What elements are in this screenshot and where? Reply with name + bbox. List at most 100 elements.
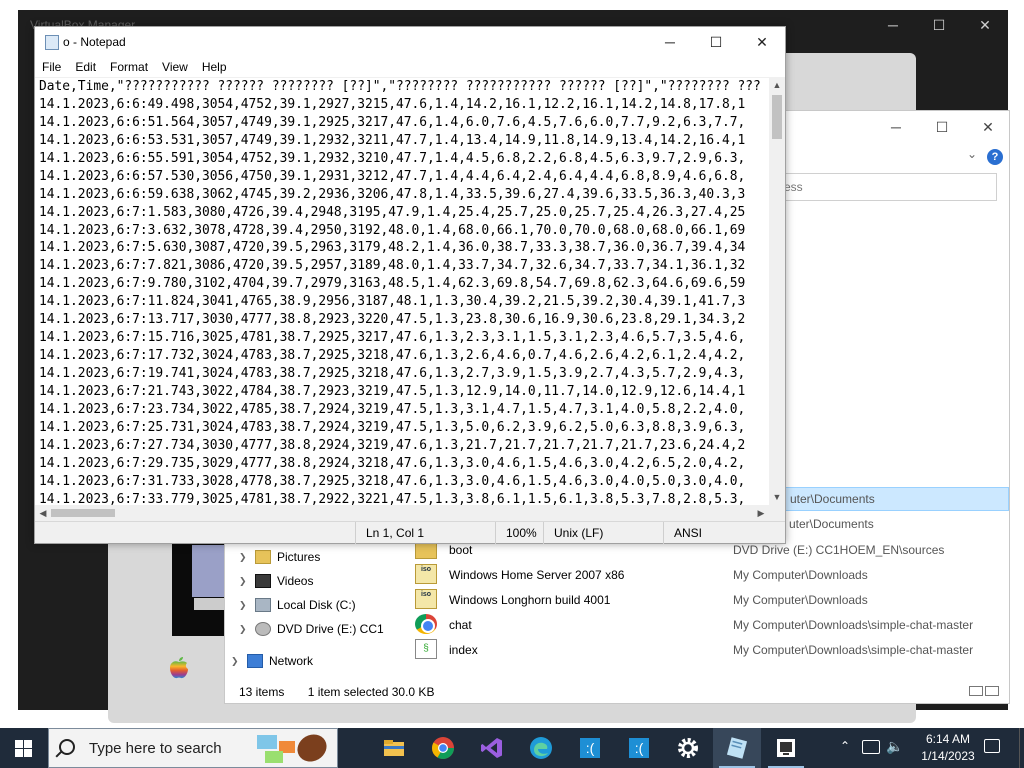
- clock-date: 1/14/2023: [921, 749, 975, 763]
- text-line[interactable]: 14.1.2023,6:7:19.741,3024,4783,38.7,2925…: [35, 365, 771, 383]
- notepad-title: o - Notepad: [63, 35, 126, 49]
- notepad-taskbar-icon[interactable]: [713, 728, 761, 768]
- text-line[interactable]: 14.1.2023,6:7:27.734,3030,4777,38.8,2924…: [35, 437, 771, 455]
- menu-view[interactable]: View: [155, 57, 195, 77]
- scroll-up-arrow-icon[interactable]: ▲: [769, 77, 785, 93]
- text-line[interactable]: 14.1.2023,6:7:21.743,3022,4784,38.7,2923…: [35, 383, 771, 401]
- large-icons-view-icon[interactable]: [985, 686, 999, 696]
- horizontal-scroll-thumb[interactable]: [51, 509, 115, 517]
- text-line[interactable]: 14.1.2023,6:7:13.717,3030,4777,38.8,2923…: [35, 311, 771, 329]
- sad-face-app-2-taskbar-icon[interactable]: :(: [615, 728, 663, 768]
- nav-item-network[interactable]: ❯ Network: [231, 651, 313, 671]
- file-row-whs2007[interactable]: iso Windows Home Server 2007 x86 My Comp…: [415, 562, 1005, 587]
- script-file-icon: §: [415, 639, 437, 659]
- settings-taskbar-icon[interactable]: [664, 728, 712, 768]
- text-line[interactable]: 14.1.2023,6:7:33.779,3025,4781,38.7,2922…: [35, 491, 771, 505]
- file-explorer-taskbar-icon[interactable]: [370, 728, 418, 768]
- volume-tray-icon[interactable]: 🔈: [886, 738, 903, 755]
- text-line[interactable]: 14.1.2023,6:7:1.583,3080,4726,39.4,2948,…: [35, 204, 771, 222]
- horizontal-scrollbar[interactable]: ◀ ▶: [35, 505, 769, 521]
- explorer-maximize-button[interactable]: ☐: [919, 111, 965, 143]
- expand-arrow-icon[interactable]: ❯: [239, 552, 253, 563]
- chrome-taskbar-icon[interactable]: [419, 728, 467, 768]
- text-line[interactable]: 14.1.2023,6:6:59.638,3062,4745,39.2,2936…: [35, 186, 771, 204]
- text-line[interactable]: 14.1.2023,6:7:15.716,3025,4781,38.7,2925…: [35, 329, 771, 347]
- expand-arrow-icon[interactable]: ❯: [239, 576, 253, 587]
- taskbar: Type here to search :( :( ⌃ 🔈 6:14 AM 1/…: [0, 728, 1024, 768]
- text-line[interactable]: 14.1.2023,6:6:49.498,3054,4752,39.1,2927…: [35, 96, 771, 114]
- show-desktop-button[interactable]: [1019, 728, 1024, 768]
- vm-minimize-button[interactable]: ─: [870, 10, 916, 40]
- nav-item-local-disk[interactable]: ❯ Local Disk (C:): [239, 595, 356, 615]
- menu-format[interactable]: Format: [103, 57, 155, 77]
- vm-close-button[interactable]: ✕: [962, 10, 1008, 40]
- nav-item-pictures[interactable]: ❯ Pictures: [239, 547, 320, 567]
- text-line[interactable]: 14.1.2023,6:6:51.564,3057,4749,39.1,2925…: [35, 114, 771, 132]
- text-line[interactable]: 14.1.2023,6:7:25.731,3024,4783,38.7,2924…: [35, 419, 771, 437]
- file-location: DVD Drive (E:) CC1HOEM_EN\sources: [733, 543, 945, 557]
- selected-file-row[interactable]: uter\Documents: [785, 487, 1009, 511]
- explorer-search-input[interactable]: ess: [775, 173, 997, 201]
- file-location: My Computer\Downloads: [733, 593, 868, 607]
- start-button[interactable]: [0, 728, 48, 768]
- scroll-left-arrow-icon[interactable]: ◀: [35, 505, 51, 521]
- sad-face-app-1-taskbar-icon[interactable]: :(: [566, 728, 614, 768]
- file-row-index[interactable]: § index My Computer\Downloads\simple-cha…: [415, 637, 1005, 662]
- expand-arrow-icon[interactable]: ❯: [239, 624, 253, 635]
- view-toggle-icons[interactable]: [967, 685, 1001, 697]
- explorer-minimize-button[interactable]: ─: [873, 111, 919, 143]
- text-line[interactable]: 14.1.2023,6:6:53.531,3057,4749,39.1,2932…: [35, 132, 771, 150]
- text-line[interactable]: 14.1.2023,6:7:9.780,3102,4704,39.7,2979,…: [35, 275, 771, 293]
- menu-edit[interactable]: Edit: [68, 57, 103, 77]
- text-line[interactable]: 14.1.2023,6:7:29.735,3029,4777,38.8,2924…: [35, 455, 771, 473]
- notepad-title-bar[interactable]: o - Notepad ─ ☐ ✕: [35, 27, 785, 57]
- explorer-close-button[interactable]: ✕: [965, 111, 1011, 143]
- text-line[interactable]: 14.1.2023,6:6:57.530,3056,4750,39.1,2931…: [35, 168, 771, 186]
- expand-arrow-icon[interactable]: ❯: [231, 656, 245, 667]
- text-line[interactable]: 14.1.2023,6:6:55.591,3054,4752,39.1,2932…: [35, 150, 771, 168]
- taskbar-search-box[interactable]: Type here to search: [48, 728, 338, 768]
- taskbar-clock[interactable]: 6:14 AM 1/14/2023: [906, 731, 990, 765]
- virtualbox-taskbar-icon[interactable]: [762, 728, 810, 768]
- text-line[interactable]: 14.1.2023,6:7:11.824,3041,4765,38.9,2956…: [35, 293, 771, 311]
- scrollbar-corner: [769, 505, 785, 521]
- file-location: My Computer\Downloads\simple-chat-master: [733, 643, 974, 657]
- details-view-icon[interactable]: [969, 686, 983, 696]
- help-icon[interactable]: ?: [987, 149, 1003, 165]
- text-line[interactable]: 14.1.2023,6:7:7.821,3086,4720,39.5,2957,…: [35, 257, 771, 275]
- file-location: My Computer\Downloads: [733, 568, 868, 582]
- nav-item-dvd-drive[interactable]: ❯ DVD Drive (E:) CC1: [239, 619, 384, 639]
- vertical-scroll-thumb[interactable]: [772, 95, 782, 139]
- file-row-longhorn[interactable]: iso Windows Longhorn build 4001 My Compu…: [415, 587, 1005, 612]
- edge-taskbar-icon[interactable]: [517, 728, 565, 768]
- notepad-close-button[interactable]: ✕: [739, 27, 785, 57]
- scroll-right-arrow-icon[interactable]: ▶: [753, 505, 769, 521]
- file-location: My Computer\Downloads\simple-chat-master: [733, 618, 974, 632]
- ribbon-expand-chevron-icon[interactable]: ⌄: [967, 147, 977, 161]
- expand-arrow-icon[interactable]: ❯: [239, 600, 253, 611]
- search-icon: [59, 739, 75, 755]
- file-row-chat[interactable]: chat My Computer\Downloads\simple-chat-m…: [415, 612, 1005, 637]
- vertical-scrollbar[interactable]: ▲ ▼: [769, 77, 785, 505]
- text-line[interactable]: Date,Time,"??????????? ?????? ???????? […: [35, 78, 771, 96]
- taskbar-search-placeholder: Type here to search: [89, 740, 222, 757]
- show-hidden-icons-chevron-icon[interactable]: ⌃: [840, 739, 850, 753]
- notepad-text-area[interactable]: Date,Time,"??????????? ?????? ???????? […: [35, 77, 771, 505]
- notepad-maximize-button[interactable]: ☐: [693, 27, 739, 57]
- text-line[interactable]: 14.1.2023,6:7:3.632,3078,4728,39.4,2950,…: [35, 222, 771, 240]
- scroll-down-arrow-icon[interactable]: ▼: [769, 489, 785, 505]
- notification-center-icon[interactable]: [984, 739, 1000, 753]
- text-line[interactable]: 14.1.2023,6:7:5.630,3087,4720,39.5,2963,…: [35, 239, 771, 257]
- text-line[interactable]: 14.1.2023,6:7:17.732,3024,4783,38.7,2925…: [35, 347, 771, 365]
- file-row-location-partial: uter\Documents: [789, 517, 874, 531]
- vm-window-controls: ─ ☐ ✕: [870, 10, 1008, 40]
- vm-maximize-button[interactable]: ☐: [916, 10, 962, 40]
- text-line[interactable]: 14.1.2023,6:7:23.734,3022,4785,38.7,2924…: [35, 401, 771, 419]
- menu-file[interactable]: File: [35, 57, 68, 77]
- notepad-minimize-button[interactable]: ─: [647, 27, 693, 57]
- text-line[interactable]: 14.1.2023,6:7:31.733,3028,4778,38.7,2925…: [35, 473, 771, 491]
- nav-item-videos[interactable]: ❯ Videos: [239, 571, 313, 591]
- menu-help[interactable]: Help: [195, 57, 234, 77]
- network-tray-icon[interactable]: [862, 740, 880, 754]
- visual-studio-taskbar-icon[interactable]: [468, 728, 516, 768]
